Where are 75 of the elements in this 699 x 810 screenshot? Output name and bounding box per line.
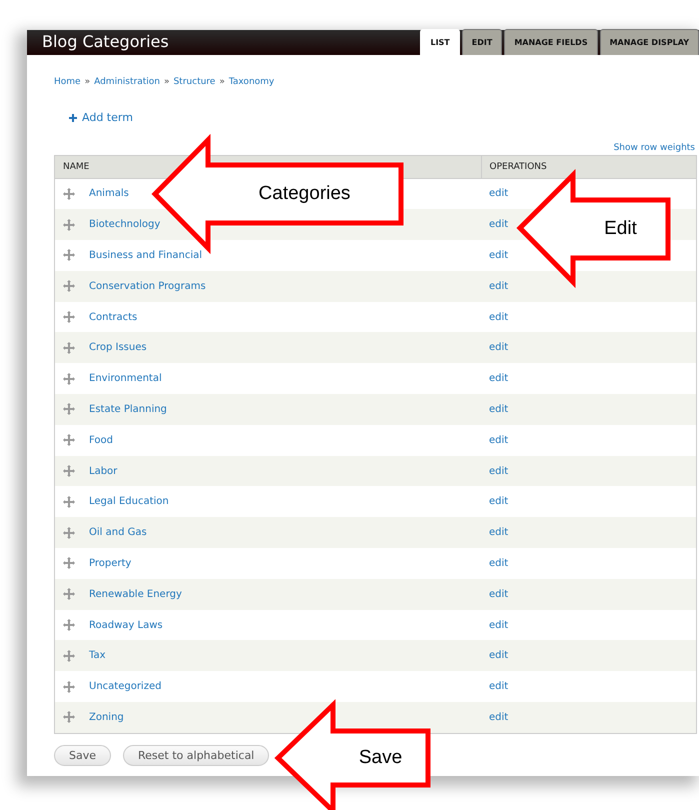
drag-handle-icon[interactable] [63, 680, 75, 693]
drag-handle-icon[interactable] [63, 342, 75, 354]
drag-handle-icon[interactable] [63, 280, 75, 292]
tab[interactable]: MANAGE FIELDS [504, 29, 598, 55]
drag-handle-icon[interactable] [63, 650, 75, 662]
drag-handle-icon[interactable] [63, 465, 75, 478]
add-term-link[interactable]: Add term [69, 111, 133, 124]
show-row-weights-link[interactable]: Show row weights [614, 142, 695, 152]
edit-link[interactable]: edit [489, 342, 508, 354]
edit-link[interactable]: edit [489, 466, 508, 477]
edit-link[interactable]: edit [489, 219, 508, 230]
drag-handle-icon[interactable] [63, 188, 75, 200]
breadcrumb-separator: » [84, 77, 90, 87]
edit-link[interactable]: edit [489, 250, 508, 261]
drag-handle-icon[interactable] [63, 218, 75, 231]
category-link[interactable]: Zoning [89, 712, 124, 723]
edit-link[interactable]: edit [489, 620, 508, 631]
category-link[interactable]: Conservation Programs [89, 280, 206, 292]
edit-link[interactable]: edit [489, 496, 508, 508]
breadcrumb-separator: » [219, 77, 225, 87]
edit-link[interactable]: edit [489, 434, 508, 446]
category-link[interactable]: Crop Issues [89, 342, 147, 354]
edit-link[interactable]: edit [489, 373, 508, 384]
drag-handle-icon[interactable] [63, 588, 75, 600]
page-title: Blog Categories [41, 32, 169, 53]
edit-link[interactable]: edit [489, 558, 508, 569]
save-button[interactable]: Save [54, 744, 112, 766]
drag-handle-icon[interactable] [63, 311, 75, 324]
category-link[interactable]: Estate Planning [89, 404, 167, 415]
category-link[interactable]: Contracts [89, 312, 138, 323]
drag-handle-icon[interactable] [63, 249, 75, 262]
edit-link[interactable]: edit [489, 527, 508, 538]
category-link[interactable]: Environmental [89, 373, 162, 384]
tab[interactable]: EDIT [462, 29, 502, 55]
callout-label: Edit [604, 218, 637, 240]
category-link[interactable]: Renewable Energy [89, 588, 182, 600]
drag-handle-icon[interactable] [63, 496, 75, 508]
edit-link[interactable]: edit [489, 681, 508, 692]
breadcrumb-separator: » [164, 77, 170, 87]
category-link[interactable]: Roadway Laws [89, 620, 163, 631]
drag-handle-icon[interactable] [63, 372, 75, 385]
tab[interactable]: LIST [420, 29, 460, 55]
edit-link[interactable]: edit [489, 188, 508, 200]
column-header: OPERATIONS [481, 155, 696, 178]
category-link[interactable]: Food [89, 434, 113, 446]
category-link[interactable]: Property [89, 558, 132, 569]
drag-handle-icon[interactable] [63, 434, 75, 446]
category-link[interactable]: Biotechnology [89, 219, 160, 230]
callout-label: Save [358, 747, 402, 769]
tab[interactable]: MANAGE DISPLAY [600, 29, 699, 55]
drag-handle-icon[interactable] [63, 403, 75, 416]
category-link[interactable]: Tax [89, 650, 106, 662]
drag-handle-icon[interactable] [63, 526, 75, 539]
edit-link[interactable]: edit [489, 280, 508, 292]
breadcrumb-link[interactable]: Administration [94, 77, 160, 87]
category-link[interactable]: Animals [89, 188, 129, 200]
edit-link[interactable]: edit [489, 650, 508, 662]
edit-link[interactable]: edit [489, 312, 508, 323]
category-link[interactable]: Oil and Gas [89, 527, 147, 538]
breadcrumb-link[interactable]: Structure [173, 77, 216, 87]
drag-handle-icon[interactable] [63, 711, 75, 724]
breadcrumb-link[interactable]: Taxonomy [228, 77, 274, 87]
callout-label: Categories [258, 183, 350, 205]
category-link[interactable]: Labor [89, 466, 118, 477]
category-link[interactable]: Legal Education [89, 496, 169, 508]
category-link[interactable]: Business and Financial [89, 250, 202, 261]
edit-link[interactable]: edit [489, 404, 508, 415]
breadcrumb-link[interactable]: Home [54, 77, 81, 87]
category-link[interactable]: Uncategorized [89, 681, 162, 692]
edit-link[interactable]: edit [489, 588, 508, 600]
drag-handle-icon[interactable] [63, 557, 75, 570]
drag-handle-icon[interactable] [63, 619, 75, 632]
reset-button[interactable]: Reset to alphabetical [123, 744, 270, 766]
edit-link[interactable]: edit [489, 712, 508, 723]
plus-icon [69, 114, 77, 122]
